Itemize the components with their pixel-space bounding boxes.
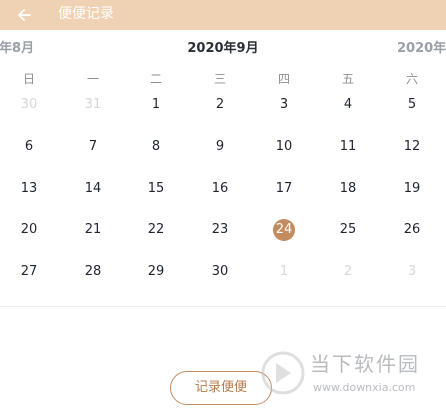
calendar-day[interactable]: 10 <box>269 134 299 160</box>
calendar-day[interactable]: 30 <box>14 92 44 118</box>
calendar-day[interactable]: 6 <box>14 134 44 160</box>
calendar-day[interactable]: 23 <box>205 217 235 243</box>
calendar-day[interactable]: 18 <box>333 176 363 202</box>
calendar-day[interactable]: 19 <box>397 176 427 202</box>
calendar-day[interactable]: 1 <box>269 259 299 285</box>
calendar-day[interactable]: 14 <box>78 176 108 202</box>
watermark-logo-icon <box>261 351 305 395</box>
calendar-day[interactable]: 9 <box>205 134 235 160</box>
calendar-day[interactable]: 29 <box>141 259 171 285</box>
calendar-day[interactable]: 12 <box>397 134 427 160</box>
record-poop-button[interactable]: 记录便便 <box>170 371 272 405</box>
calendar-day[interactable]: 27 <box>14 259 44 285</box>
calendar-day[interactable]: 7 <box>78 134 108 160</box>
calendar-day[interactable]: 15 <box>141 176 171 202</box>
calendar-day[interactable]: 30 <box>205 259 235 285</box>
calendar-day[interactable]: 4 <box>333 92 363 118</box>
calendar-day[interactable]: 2 <box>333 259 363 285</box>
watermark-url: www.downxia.com <box>313 381 416 394</box>
divider <box>0 306 446 307</box>
calendar-day[interactable]: 21 <box>78 217 108 243</box>
calendar-day[interactable]: 28 <box>78 259 108 285</box>
calendar-day[interactable]: 8 <box>141 134 171 160</box>
watermark-text: 当下软件园 <box>310 352 420 376</box>
calendar-day[interactable]: 22 <box>141 217 171 243</box>
calendar-day[interactable]: 1 <box>141 92 171 118</box>
calendar-day[interactable]: 3 <box>269 92 299 118</box>
calendar-day[interactable]: 26 <box>397 217 427 243</box>
calendar-day[interactable]: 11 <box>333 134 363 160</box>
calendar-grid: 30 31 1 2 3 4 5 6 7 8 9 10 11 12 13 14 15 16 17 18 19 20 21 22 2… <box>0 0 446 300</box>
calendar-day[interactable]: 25 <box>333 217 363 243</box>
calendar-day[interactable]: 5 <box>397 92 427 118</box>
calendar-day[interactable]: 13 <box>14 176 44 202</box>
calendar-day[interactable]: 31 <box>78 92 108 118</box>
calendar-day-selected[interactable]: 24 <box>269 217 299 243</box>
calendar-day[interactable]: 2 <box>205 92 235 118</box>
calendar-day[interactable]: 17 <box>269 176 299 202</box>
calendar-day[interactable]: 20 <box>14 217 44 243</box>
calendar-day[interactable]: 16 <box>205 176 235 202</box>
calendar-day[interactable]: 3 <box>397 259 427 285</box>
